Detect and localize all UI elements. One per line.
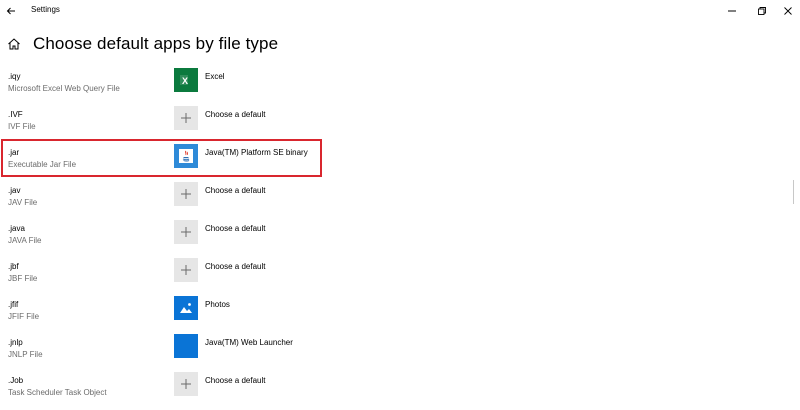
app-name: Photos xyxy=(205,300,230,309)
back-arrow-icon xyxy=(6,7,15,15)
window-title: Settings xyxy=(31,5,60,14)
list-item: .iqy Microsoft Excel Web Query File X Ex… xyxy=(0,68,800,106)
plus-icon xyxy=(174,372,198,396)
default-app-button[interactable]: X Excel xyxy=(174,68,334,94)
file-extension: .jbf xyxy=(8,262,19,271)
list-item: .Job Task Scheduler Task Object Choose a… xyxy=(0,372,800,410)
app-name: Excel xyxy=(205,72,225,81)
svg-text:X: X xyxy=(182,76,188,86)
default-app-button[interactable]: Photos xyxy=(174,296,334,322)
choose-default-button[interactable]: Choose a default xyxy=(174,220,334,246)
title-bar: Settings xyxy=(0,0,800,22)
highlight-box xyxy=(1,139,322,177)
file-extension: .Job xyxy=(8,376,24,385)
file-description: JAVA File xyxy=(8,236,42,245)
file-description: Microsoft Excel Web Query File xyxy=(8,84,120,93)
plus-icon xyxy=(174,182,198,206)
photos-icon xyxy=(174,296,198,320)
choose-default-button[interactable]: Choose a default xyxy=(174,182,334,208)
file-description: JBF File xyxy=(8,274,38,283)
close-icon xyxy=(784,7,792,15)
file-description: Task Scheduler Task Object xyxy=(8,388,107,397)
app-name: Java(TM) Web Launcher xyxy=(205,338,293,347)
file-extension: .jav xyxy=(8,186,21,195)
scrollbar[interactable] xyxy=(793,180,794,204)
java-web-launcher-icon xyxy=(174,334,198,358)
file-description: JNLP File xyxy=(8,350,43,359)
file-extension: .jfif xyxy=(8,300,19,309)
file-extension: .iqy xyxy=(8,72,21,81)
app-name: Choose a default xyxy=(205,262,266,271)
back-button[interactable] xyxy=(0,0,22,22)
page-title: Choose default apps by file type xyxy=(33,34,279,53)
list-item: .jfif JFIF File Photos xyxy=(0,296,800,334)
list-item: .jnlp JNLP File Java(TM) Web Launcher xyxy=(0,334,800,372)
plus-icon xyxy=(174,220,198,244)
choose-default-button[interactable]: Choose a default xyxy=(174,106,334,132)
restore-icon xyxy=(758,7,766,15)
list-item: .jbf JBF File Choose a default xyxy=(0,258,800,296)
home-button[interactable] xyxy=(7,37,21,51)
file-extension: .jnlp xyxy=(8,338,23,347)
plus-icon xyxy=(174,258,198,282)
close-button[interactable] xyxy=(772,0,800,22)
minimize-button[interactable] xyxy=(716,0,748,22)
home-icon xyxy=(8,38,20,50)
app-name: Choose a default xyxy=(205,224,266,233)
app-name: Choose a default xyxy=(205,110,266,119)
list-item: .jav JAV File Choose a default xyxy=(0,182,800,220)
app-name: Choose a default xyxy=(205,186,266,195)
file-description: IVF File xyxy=(8,122,36,131)
page-header: Choose default apps by file type xyxy=(0,30,800,60)
default-app-button[interactable]: Java(TM) Web Launcher xyxy=(174,334,334,360)
choose-default-button[interactable]: Choose a default xyxy=(174,258,334,284)
file-description: JFIF File xyxy=(8,312,40,321)
minimize-icon xyxy=(728,10,736,12)
choose-default-button[interactable]: Choose a default xyxy=(174,372,334,398)
list-item: .java JAVA File Choose a default xyxy=(0,220,800,258)
app-name: Choose a default xyxy=(205,376,266,385)
file-description: JAV File xyxy=(8,198,38,207)
file-extension: .java xyxy=(8,224,25,233)
plus-icon xyxy=(174,106,198,130)
file-extension: .IVF xyxy=(8,110,23,119)
excel-icon: X xyxy=(174,68,198,92)
